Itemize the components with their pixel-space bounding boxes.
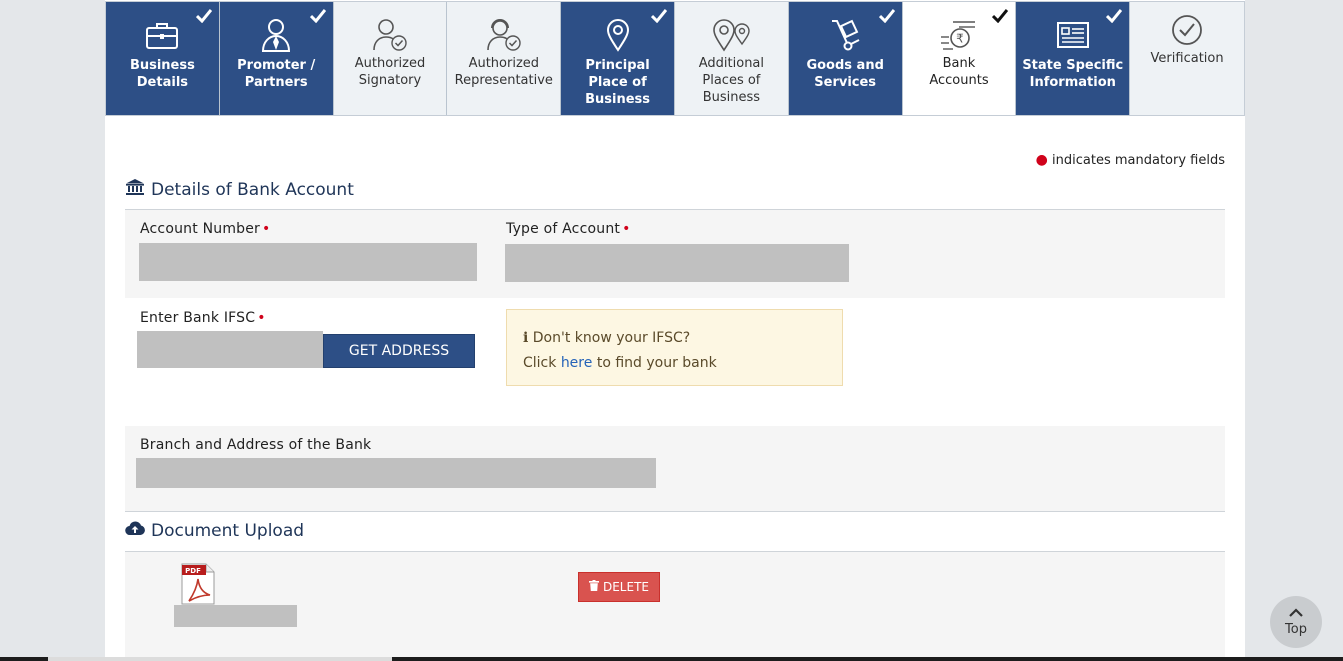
tab-principal-place-of-business[interactable]: Principal Place of Business bbox=[561, 2, 675, 115]
get-address-button[interactable]: GET ADDRESS bbox=[323, 334, 475, 368]
id-card-icon bbox=[1056, 17, 1090, 53]
headset-person-icon bbox=[486, 17, 522, 53]
tab-label: Goods and Services bbox=[806, 58, 884, 90]
check-icon bbox=[195, 7, 213, 25]
required-marker: • bbox=[622, 221, 631, 237]
taskbar-segment bbox=[48, 657, 392, 661]
trash-icon bbox=[588, 580, 599, 594]
required-marker: • bbox=[262, 221, 271, 237]
tab-authorized-representative[interactable]: Authorized Representative bbox=[447, 2, 562, 115]
check-icon bbox=[878, 7, 896, 25]
tab-label: Authorized Signatory bbox=[354, 56, 426, 88]
tab-bank-accounts[interactable]: ₹ Bank Accounts bbox=[902, 2, 1017, 115]
check-icon bbox=[991, 7, 1009, 25]
section-title-text: Document Upload bbox=[151, 520, 305, 541]
chevron-up-icon bbox=[1288, 607, 1304, 622]
check-circle-icon bbox=[1170, 12, 1204, 48]
person-check-icon bbox=[372, 17, 408, 53]
mandatory-note-text: indicates mandatory fields bbox=[1052, 153, 1225, 168]
registration-steps-tabs: Business Details Promoter / Partners Aut… bbox=[105, 1, 1245, 116]
tab-business-details[interactable]: Business Details bbox=[106, 2, 220, 115]
tab-label: Principal Place of Business bbox=[585, 58, 651, 107]
find-bank-link[interactable]: here bbox=[561, 355, 593, 371]
ifsc-help-question: i Don't know your IFSC? bbox=[523, 330, 691, 346]
ifsc-help-box: i Don't know your IFSC? Click here to fi… bbox=[506, 309, 843, 386]
tab-additional-places-of-business[interactable]: Additional Places of Business bbox=[674, 2, 789, 115]
branch-address-field bbox=[136, 458, 656, 488]
required-marker: ● bbox=[1035, 152, 1048, 168]
ifsc-label: Enter Bank IFSC • bbox=[140, 310, 266, 326]
svg-text:₹: ₹ bbox=[956, 32, 964, 46]
ifsc-input[interactable] bbox=[137, 331, 323, 368]
person-icon bbox=[260, 17, 292, 53]
divider bbox=[125, 511, 1225, 512]
mandatory-fields-note: ● indicates mandatory fields bbox=[1036, 152, 1225, 168]
tab-label: Authorized Representative bbox=[454, 56, 553, 88]
cloud-upload-icon bbox=[125, 520, 145, 541]
account-type-select[interactable] bbox=[505, 244, 849, 282]
info-icon: i bbox=[523, 330, 529, 346]
check-icon bbox=[1105, 7, 1123, 25]
required-marker: • bbox=[257, 310, 266, 326]
tab-label: Business Details bbox=[129, 58, 195, 90]
check-icon bbox=[309, 7, 327, 25]
pdf-file-icon[interactable]: PDF bbox=[181, 563, 215, 605]
tab-promoter-partners[interactable]: Promoter / Partners bbox=[219, 2, 334, 115]
delete-document-button[interactable]: DELETE bbox=[578, 572, 660, 602]
hand-truck-icon bbox=[829, 17, 861, 53]
delete-label: DELETE bbox=[602, 580, 649, 594]
document-section-title: Document Upload bbox=[125, 520, 304, 541]
tab-goods-and-services[interactable]: Goods and Services bbox=[788, 2, 903, 115]
account-number-input[interactable] bbox=[139, 243, 477, 281]
registration-form-page: Business Details Promoter / Partners Aut… bbox=[105, 0, 1245, 661]
taskbar-strip bbox=[0, 657, 1343, 661]
tab-state-specific-information[interactable]: State Specific Information bbox=[1016, 2, 1131, 115]
branch-address-label: Branch and Address of the Bank bbox=[140, 437, 372, 453]
tab-label: State Specific Information bbox=[1022, 58, 1124, 90]
account-type-label: Type of Account • bbox=[506, 221, 631, 237]
account-number-label: Account Number • bbox=[140, 221, 271, 237]
rupee-coin-icon: ₹ bbox=[939, 17, 979, 53]
ifsc-help-link-line: Click here to find your bank bbox=[523, 355, 717, 371]
svg-text:PDF: PDF bbox=[185, 567, 201, 575]
tab-label: Bank Accounts bbox=[929, 56, 989, 88]
section-title-text: Details of Bank Account bbox=[151, 179, 354, 200]
tab-label: Promoter / Partners bbox=[237, 58, 316, 90]
map-pins-icon bbox=[711, 17, 751, 53]
tab-label: Verification bbox=[1150, 51, 1224, 66]
tab-verification[interactable]: Verification bbox=[1130, 2, 1244, 115]
uploaded-file-name bbox=[174, 605, 297, 627]
bank-section-title: Details of Bank Account bbox=[125, 178, 354, 201]
bank-icon bbox=[125, 178, 145, 201]
tab-authorized-signatory[interactable]: Authorized Signatory bbox=[333, 2, 448, 115]
check-icon bbox=[650, 7, 668, 25]
tab-label: Additional Places of Business bbox=[698, 56, 765, 105]
briefcase-icon bbox=[145, 17, 179, 53]
scroll-to-top-button[interactable]: Top bbox=[1270, 596, 1322, 648]
map-pin-icon bbox=[605, 17, 631, 53]
top-label: Top bbox=[1285, 622, 1307, 637]
